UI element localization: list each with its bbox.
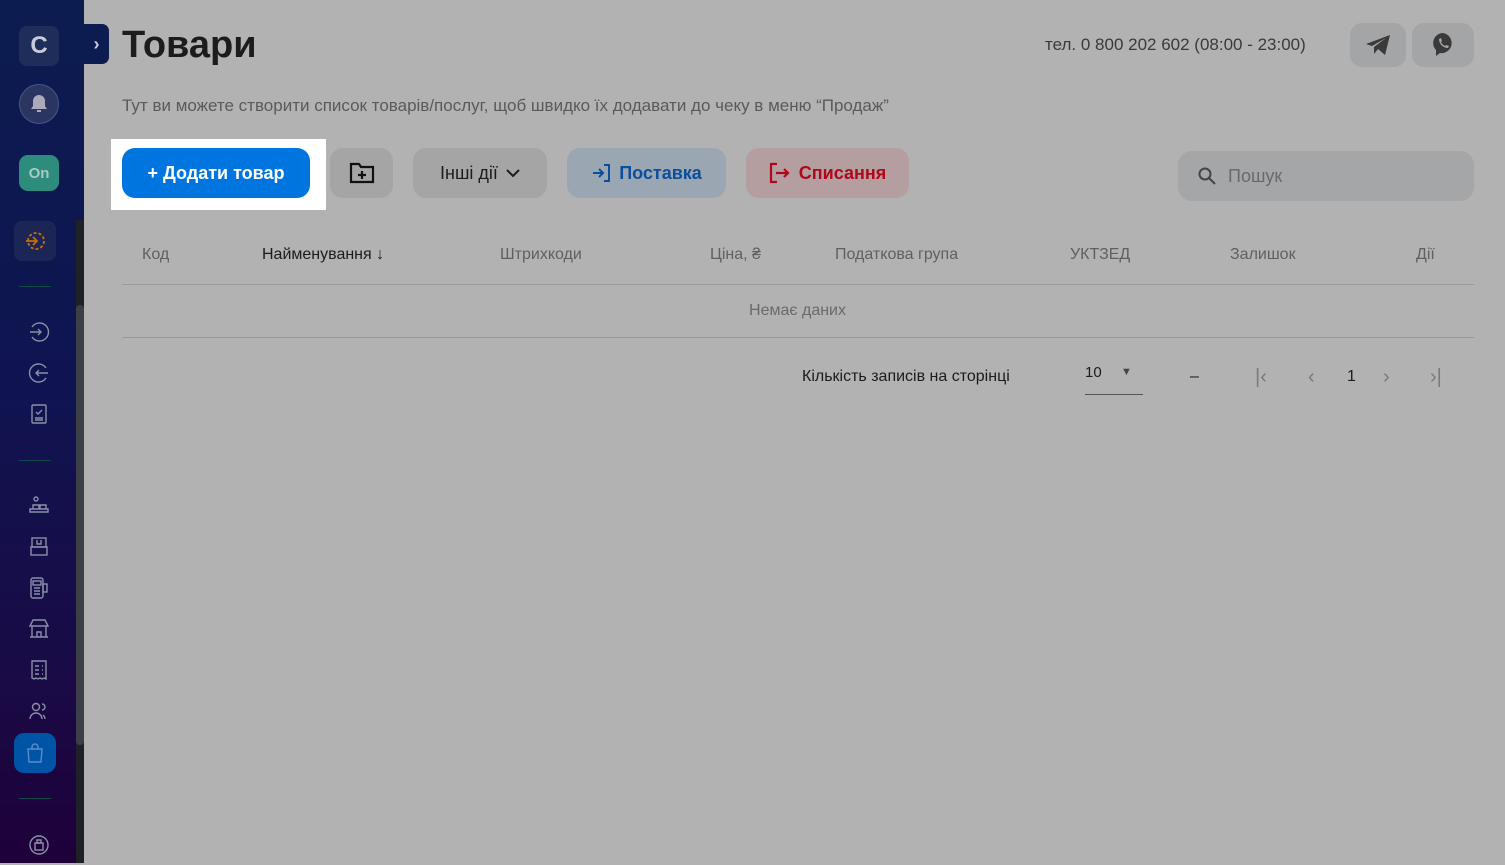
outgoing-icon[interactable] (19, 353, 59, 393)
products-bag-icon[interactable] (14, 733, 56, 773)
per-page-select[interactable]: 10 ▼ (1085, 364, 1143, 395)
column-header-price[interactable]: Ціна, ₴ (710, 246, 761, 264)
viber-icon (1433, 33, 1452, 56)
support-phone: тел. 0 800 202 602 (08:00 - 23:00) (1045, 35, 1306, 54)
status-badge[interactable]: On (19, 155, 59, 191)
add-folder-button[interactable] (330, 148, 393, 198)
column-header-uktzed[interactable]: УКТЗЕД (1070, 246, 1130, 264)
sidebar-divider (19, 286, 51, 287)
column-header-tax-group[interactable]: Податкова група (835, 246, 958, 264)
support-icon[interactable] (19, 825, 59, 865)
table-divider (122, 337, 1474, 338)
column-header-barcodes[interactable]: Штрихкоди (500, 246, 582, 264)
search-placeholder: Пошук (1228, 165, 1283, 186)
sidebar: C On (0, 0, 84, 863)
next-page-icon[interactable]: › (1383, 366, 1390, 389)
sort-arrow-icon: ↓ (376, 246, 385, 263)
add-product-button[interactable]: + Додати товар (122, 148, 310, 198)
chevron-down-icon (506, 169, 520, 178)
receipts-icon[interactable] (19, 650, 59, 690)
current-page: 1 (1347, 368, 1356, 385)
expand-sidebar-button[interactable]: › (84, 24, 109, 64)
other-actions-dropdown[interactable]: Інші дії (413, 148, 547, 198)
telegram-button[interactable] (1350, 23, 1406, 67)
store-icon[interactable] (19, 609, 59, 649)
column-header-actions: Дії (1416, 246, 1435, 263)
users-icon[interactable] (19, 691, 59, 731)
table-divider (122, 284, 1474, 285)
notifications-bell-icon[interactable] (19, 84, 59, 124)
last-page-icon[interactable]: ›| (1430, 366, 1442, 389)
sidebar-divider (19, 798, 51, 799)
sidebar-scrollbar-thumb[interactable] (76, 305, 84, 745)
cashiers-icon[interactable] (19, 486, 59, 526)
dropdown-triangle-icon: ▼ (1121, 366, 1132, 378)
supply-button[interactable]: Поставка (567, 148, 726, 198)
page-range: – (1190, 368, 1199, 385)
page-description: Тут ви можете створити список товарів/по… (122, 96, 889, 115)
per-page-label: Кількість записів на сторінці (802, 368, 1010, 385)
column-header-stock[interactable]: Залишок (1230, 246, 1296, 264)
logo[interactable]: C (19, 26, 59, 66)
page-title: Товари (122, 24, 257, 66)
column-header-code[interactable]: Код (142, 246, 169, 264)
cash-register-icon[interactable] (19, 527, 59, 567)
column-header-name[interactable]: Найменування ↓ (262, 246, 384, 264)
search-input[interactable]: Пошук (1178, 151, 1474, 201)
viber-button[interactable] (1412, 23, 1474, 67)
prev-page-icon[interactable]: ‹ (1308, 366, 1315, 389)
writeoff-label: Списання (798, 162, 887, 183)
writeoff-button[interactable]: Списання (746, 148, 909, 198)
terminal-icon[interactable] (19, 568, 59, 608)
other-actions-label: Інші дії (440, 162, 498, 183)
empty-table-message: Немає даних (749, 302, 846, 319)
column-header-name-label: Найменування (262, 246, 372, 263)
per-page-value: 10 (1085, 364, 1102, 381)
shift-gear-icon[interactable] (14, 221, 56, 261)
first-page-icon[interactable]: |‹ (1255, 366, 1267, 389)
sidebar-divider (19, 460, 51, 461)
folder-plus-icon (349, 162, 374, 184)
supply-label: Поставка (619, 162, 702, 183)
telegram-icon (1366, 35, 1390, 55)
report-icon[interactable] (19, 394, 59, 434)
logout-arrow-icon (769, 162, 790, 184)
search-icon (1198, 167, 1216, 185)
login-arrow-icon (593, 164, 611, 182)
